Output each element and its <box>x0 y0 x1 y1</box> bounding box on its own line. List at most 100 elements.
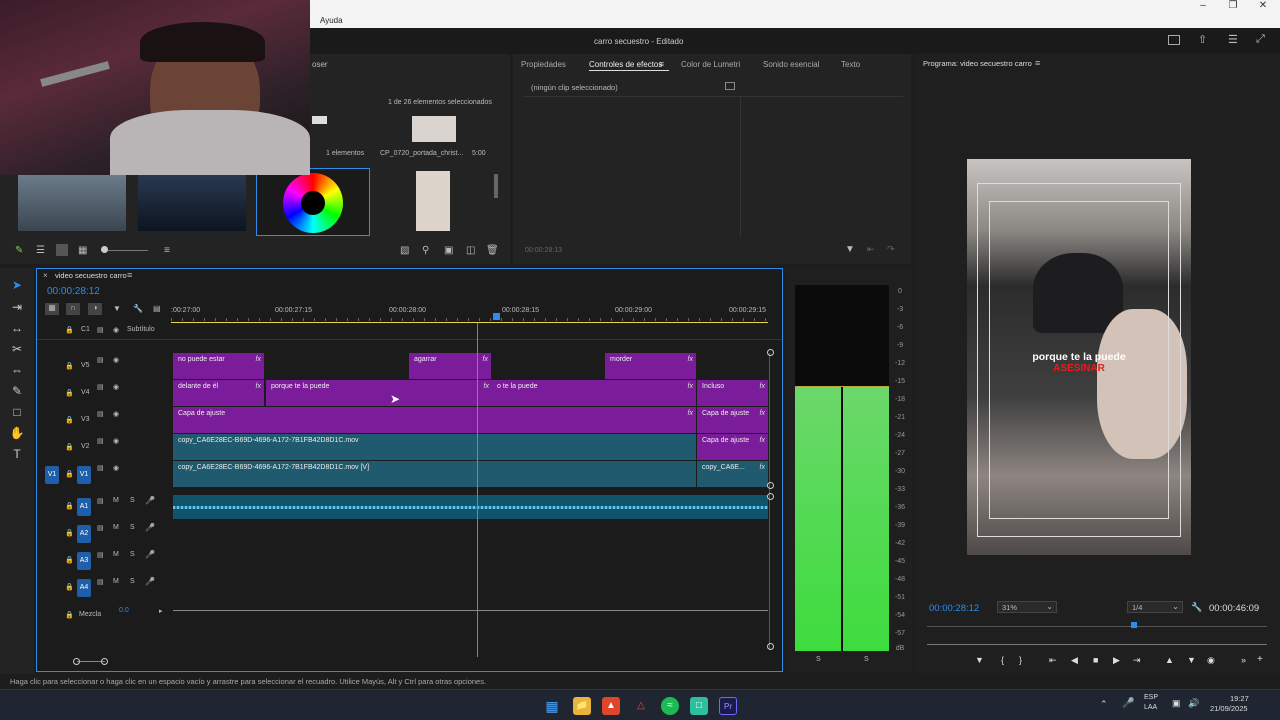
toggle-output-icon[interactable]: ▤ <box>97 578 104 586</box>
zoom-select[interactable]: 31% ⌄ <box>997 601 1057 613</box>
track-target-a4[interactable]: A4 <box>77 579 91 597</box>
clock-date[interactable]: 21/09/2025 <box>1210 704 1248 713</box>
menu-help[interactable]: Ayuda <box>320 16 343 25</box>
export-icon[interactable]: ⇧ <box>1198 33 1207 46</box>
panel-toggle-icon[interactable] <box>725 82 735 90</box>
eye-icon[interactable]: ◉ <box>113 410 119 418</box>
lock-icon[interactable]: 🔒 <box>65 443 74 451</box>
play-only-audio-icon[interactable]: ⇤ <box>867 244 875 255</box>
toggle-output-icon[interactable]: ▤ <box>97 464 104 472</box>
program-video-frame[interactable]: porque te la puede ASESINAR <box>967 159 1191 555</box>
zoom-slider-handle[interactable] <box>101 246 108 253</box>
lang-line-2[interactable]: LAA <box>1144 704 1157 711</box>
tab-texto[interactable]: Texto <box>841 60 860 69</box>
sequence-tab[interactable]: video secuestro carro <box>55 271 127 280</box>
lock-icon[interactable]: 🔒 <box>65 583 74 591</box>
track-target-a2[interactable]: A2 <box>77 525 91 543</box>
solo-button[interactable]: S <box>130 524 135 531</box>
camera-icon[interactable]: ◉ <box>1207 655 1215 666</box>
more-icon[interactable]: » <box>1241 655 1246 665</box>
lock-icon[interactable]: 🔒 <box>65 611 74 619</box>
lock-icon[interactable]: 🔒 <box>65 326 74 334</box>
time-ruler[interactable]: :00:27:00 00:00:27:15 00:00:28:00 00:00:… <box>171 307 768 323</box>
fullscreen-icon[interactable]: ⤢ <box>1256 33 1265 46</box>
toggle-output-icon[interactable]: ▤ <box>97 497 104 505</box>
track-target-v1[interactable]: V1 <box>77 466 91 484</box>
media-thumb-2[interactable] <box>138 175 246 231</box>
track-target-a1[interactable]: A1 <box>77 498 91 516</box>
hscroll-handle-right[interactable] <box>101 658 108 665</box>
network-icon[interactable]: ▣ <box>1172 698 1181 709</box>
ripple-edit-icon[interactable]: ↔ <box>8 319 26 337</box>
find-icon[interactable]: ⚲ <box>422 245 429 256</box>
step-forward-icon[interactable]: ▶ <box>1113 655 1120 666</box>
spotify-icon[interactable]: ≈ <box>661 697 679 715</box>
premiere-icon[interactable]: Pr <box>719 697 737 715</box>
monitor-menu-icon[interactable]: ≡ <box>1035 58 1040 68</box>
mix-value[interactable]: 0.0 <box>119 607 129 614</box>
lock-icon[interactable]: 🔒 <box>65 389 74 397</box>
sequence-menu-icon[interactable]: ≡ <box>127 270 132 280</box>
eye-icon[interactable]: ◉ <box>113 464 119 472</box>
new-item-icon[interactable]: ◫ <box>466 245 475 256</box>
mute-button[interactable]: M <box>113 578 119 585</box>
lock-icon[interactable]: 🔒 <box>65 416 74 424</box>
toggle-output-icon[interactable]: ▤ <box>97 356 104 364</box>
rectangle-icon[interactable]: □ <box>8 403 26 421</box>
playhead-handle[interactable] <box>493 313 500 320</box>
media-thumb-3-selected[interactable] <box>256 168 370 236</box>
export-frame-icon[interactable]: ↷ <box>887 244 895 255</box>
clip-v5-no-puede-estar[interactable]: no puede estar fx <box>173 353 264 379</box>
chevron-up-icon[interactable]: ⌃ <box>1100 699 1108 710</box>
pen-icon[interactable]: ✎ <box>8 382 26 400</box>
timeline-timecode[interactable]: 00:00:28:12 <box>47 286 100 297</box>
clip-v4-delante-de-el[interactable]: delante de él fx <box>173 380 264 406</box>
lock-icon[interactable]: 🔒 <box>65 502 74 510</box>
clip-v5-agarrar[interactable]: agarrar fx <box>409 353 491 379</box>
hand-icon[interactable]: ✋ <box>8 424 26 442</box>
program-scrollbar[interactable] <box>927 644 1267 645</box>
clip-a1-audio[interactable] <box>173 495 768 519</box>
eye-icon[interactable]: ◉ <box>113 383 119 391</box>
automate-icon[interactable]: ▧ <box>400 245 409 256</box>
program-timecode[interactable]: 00:00:28:12 <box>929 603 979 614</box>
toggle-output-icon[interactable]: ▤ <box>97 551 104 559</box>
zoom-slider[interactable] <box>104 250 148 251</box>
timeline-settings-icon[interactable]: 🔧 <box>133 304 143 313</box>
resolution-select[interactable]: 1/4 ⌄ <box>1127 601 1183 613</box>
bin-thumb[interactable] <box>312 116 327 124</box>
type-icon[interactable]: T <box>8 445 26 463</box>
pencil-icon[interactable]: ✎ <box>15 245 23 256</box>
capcut-icon[interactable]: □ <box>690 697 708 715</box>
folder-icon[interactable]: 📁 <box>573 697 591 715</box>
add-button-icon[interactable]: + <box>1257 654 1263 665</box>
slip-icon[interactable]: ⇔ <box>8 361 26 379</box>
hscroll-handle-left[interactable] <box>73 658 80 665</box>
tab-controles-efectos[interactable]: Controles de efectos <box>589 60 662 69</box>
freeform-view-icon[interactable]: ▦ <box>78 245 87 256</box>
mute-button[interactable]: M <box>113 551 119 558</box>
workspace-icon[interactable] <box>1168 35 1180 45</box>
sort-icon[interactable]: ≡ <box>164 245 170 256</box>
trash-icon[interactable]: 🗑 <box>486 245 499 256</box>
scroll-handle-top[interactable] <box>767 349 774 356</box>
insert-sequence-icon[interactable]: ▦ <box>45 303 59 315</box>
marker-icon[interactable]: ▼ <box>975 655 984 665</box>
clip-v3-capa-ajuste-2[interactable]: Capa de ajuste fx <box>697 407 768 433</box>
media-thumb-1[interactable] <box>18 175 126 231</box>
tab-menu-icon[interactable]: ≡ <box>659 59 664 69</box>
mic-icon[interactable]: 🎤 <box>145 577 155 586</box>
clip-v2-copy-mov[interactable]: copy_CA6E28EC-B69D-4696-A172-7B1FB42D8D1… <box>173 434 696 460</box>
lock-icon[interactable]: 🔒 <box>65 470 74 478</box>
lift-icon[interactable]: ▲ <box>1165 655 1174 665</box>
maximize-icon[interactable]: ❐ <box>1218 0 1248 14</box>
mic-icon[interactable]: 🎤 <box>145 523 155 532</box>
mute-button[interactable]: M <box>113 524 119 531</box>
icon-view-icon[interactable] <box>56 244 68 256</box>
toggle-output-icon[interactable]: ▤ <box>97 524 104 532</box>
toggle-output-icon[interactable]: ▤ <box>97 326 104 334</box>
clip-v4-o-te-la-puede[interactable]: o te la puede fx <box>492 380 696 406</box>
scroll-handle-audio[interactable] <box>767 493 774 500</box>
windows-icon[interactable]: ▦ <box>543 697 561 715</box>
lock-icon[interactable]: 🔒 <box>65 529 74 537</box>
